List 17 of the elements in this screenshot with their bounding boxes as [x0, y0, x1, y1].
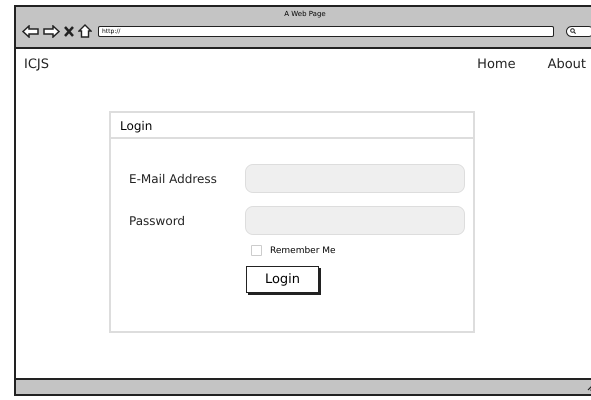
card-title: Login	[111, 113, 473, 139]
input-field[interactable]	[245, 206, 465, 235]
close-icon[interactable]	[64, 26, 74, 36]
input-field[interactable]	[245, 164, 465, 193]
nav-link[interactable]: Home	[477, 56, 516, 72]
field-label: Password	[129, 214, 186, 228]
nav-link[interactable]: About	[548, 56, 586, 72]
field-label: E-Mail Address	[129, 172, 218, 186]
login-button[interactable]: Login	[246, 266, 319, 293]
home-icon[interactable]	[78, 24, 92, 38]
back-icon[interactable]	[22, 24, 39, 38]
brand-name[interactable]: ICJS	[24, 56, 49, 72]
checkbox-label: Remember Me	[270, 246, 336, 256]
checkbox[interactable]	[251, 245, 262, 256]
forward-icon[interactable]	[43, 24, 60, 38]
search-icon	[570, 28, 576, 34]
search-field[interactable]	[566, 26, 591, 36]
